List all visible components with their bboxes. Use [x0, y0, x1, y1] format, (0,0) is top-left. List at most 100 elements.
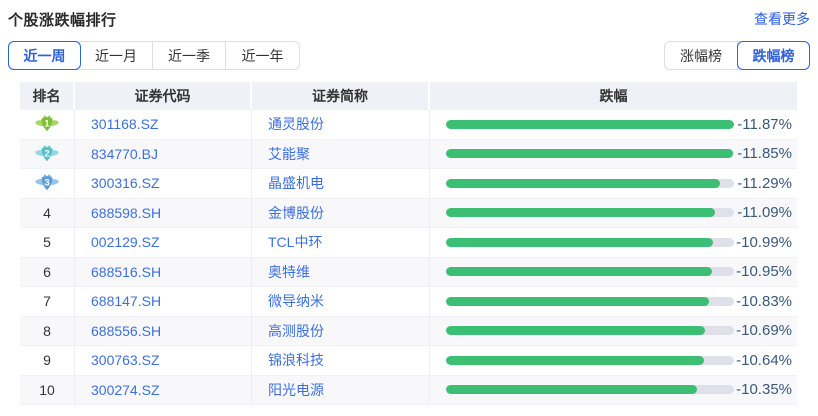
security-code[interactable]: 688516.SH [75, 258, 252, 287]
rank-cell: 3 [20, 169, 75, 198]
change-value: -10.69% [734, 322, 792, 339]
security-code[interactable]: 300316.SZ [75, 169, 252, 198]
column-header-3: 跌幅 [430, 82, 797, 110]
change-value: -10.95% [734, 263, 792, 280]
change-bar-fill [446, 297, 709, 306]
change-cell: -11.09% [430, 199, 800, 228]
rank-medal-icon: 3 [34, 173, 60, 193]
period-tab-week[interactable]: 近一周 [8, 41, 81, 70]
rank-number: 6 [43, 264, 51, 280]
security-code[interactable]: 834770.BJ [75, 140, 252, 169]
rank-cell: 10 [20, 376, 75, 405]
rank-cell: 7 [20, 287, 75, 316]
table-row[interactable]: 7 688147.SH 微导纳米 -10.83% [20, 287, 797, 317]
rank-cell: 8 [20, 317, 75, 346]
change-value: -11.09% [734, 204, 792, 221]
table-row[interactable]: 10 300274.SZ 阳光电源 -10.35% [20, 376, 797, 406]
page-title: 个股涨跌幅排行 [8, 9, 117, 30]
column-header-1: 证券代码 [75, 82, 252, 110]
rank-medal-icon: 1 [34, 114, 60, 134]
change-cell: -10.83% [430, 287, 800, 316]
security-name[interactable]: 阳光电源 [252, 376, 430, 405]
change-bar-track [446, 356, 734, 365]
change-cell: -10.95% [430, 258, 800, 287]
change-bar-track [446, 385, 734, 394]
change-bar-track [446, 208, 734, 217]
column-header-2: 证券简称 [252, 82, 430, 110]
security-name[interactable]: 奥特维 [252, 258, 430, 287]
change-bar-fill [446, 356, 704, 365]
table-row[interactable]: 3 300316.SZ 晶盛机电 -11.29% [20, 169, 797, 199]
security-code[interactable]: 002129.SZ [75, 228, 252, 257]
board-tab-gainers[interactable]: 涨幅榜 [665, 42, 738, 69]
toolbar: 近一周近一月近一季近一年 涨幅榜跌幅榜 [8, 41, 810, 70]
security-name[interactable]: 微导纳米 [252, 287, 430, 316]
security-name[interactable]: 通灵股份 [252, 110, 430, 139]
security-code[interactable]: 300763.SZ [75, 346, 252, 375]
table-row[interactable]: 4 688598.SH 金博股份 -11.09% [20, 199, 797, 229]
change-bar-track [446, 149, 734, 158]
security-name[interactable]: 高测股份 [252, 317, 430, 346]
rank-number: 9 [43, 352, 51, 368]
change-value: -11.87% [734, 116, 792, 133]
change-bar-track [446, 238, 734, 247]
board-tab-losers[interactable]: 跌幅榜 [737, 41, 810, 70]
rank-cell: 4 [20, 199, 75, 228]
rank-number: 4 [43, 205, 51, 221]
security-name[interactable]: 锦浪科技 [252, 346, 430, 375]
table-row[interactable]: 5 002129.SZ TCL中环 -10.99% [20, 228, 797, 258]
security-name[interactable]: TCL中环 [252, 228, 430, 257]
change-bar-track [446, 179, 734, 188]
change-bar-fill [446, 120, 734, 129]
change-cell: -10.64% [430, 346, 800, 375]
security-code[interactable]: 688556.SH [75, 317, 252, 346]
change-bar-track [446, 297, 734, 306]
table-header: 排名证券代码证券简称跌幅 [20, 82, 797, 110]
svg-text:2: 2 [44, 148, 49, 159]
change-bar-track [446, 120, 734, 129]
security-name[interactable]: 艾能聚 [252, 140, 430, 169]
view-more-link[interactable]: 查看更多 [754, 9, 810, 29]
security-code[interactable]: 301168.SZ [75, 110, 252, 139]
change-cell: -11.85% [430, 140, 800, 169]
change-bar-fill [446, 267, 712, 276]
rank-cell: 9 [20, 346, 75, 375]
security-code[interactable]: 688147.SH [75, 287, 252, 316]
rank-number: 10 [39, 382, 55, 398]
stock-ranking-panel: 个股涨跌幅排行 查看更多 近一周近一月近一季近一年 涨幅榜跌幅榜 排名证券代码证… [0, 0, 818, 416]
table-row[interactable]: 1 301168.SZ 通灵股份 -11.87% [20, 110, 797, 140]
svg-text:3: 3 [44, 178, 49, 189]
security-name[interactable]: 晶盛机电 [252, 169, 430, 198]
security-code[interactable]: 300274.SZ [75, 376, 252, 405]
board-tab-group: 涨幅榜跌幅榜 [664, 41, 810, 70]
table-row[interactable]: 6 688516.SH 奥特维 -10.95% [20, 258, 797, 288]
security-code[interactable]: 688598.SH [75, 199, 252, 228]
change-cell: -10.35% [430, 376, 800, 405]
table-row[interactable]: 9 300763.SZ 锦浪科技 -10.64% [20, 346, 797, 376]
change-bar-track [446, 267, 734, 276]
change-cell: -10.99% [430, 228, 800, 257]
change-bar-fill [446, 238, 713, 247]
rank-number: 7 [43, 293, 51, 309]
panel-header: 个股涨跌幅排行 查看更多 [8, 8, 810, 30]
change-bar-fill [446, 149, 733, 158]
change-cell: -10.69% [430, 317, 800, 346]
period-tab-quarter[interactable]: 近一季 [153, 42, 226, 69]
change-cell: -11.29% [430, 169, 800, 198]
period-tab-year[interactable]: 近一年 [226, 42, 299, 69]
rank-cell: 2 [20, 140, 75, 169]
column-header-0: 排名 [20, 82, 75, 110]
period-tab-month[interactable]: 近一月 [80, 42, 153, 69]
security-name[interactable]: 金博股份 [252, 199, 430, 228]
rank-number: 5 [43, 234, 51, 250]
change-bar-fill [446, 326, 705, 335]
change-value: -10.83% [734, 293, 792, 310]
change-bar-fill [446, 179, 720, 188]
svg-text:1: 1 [44, 119, 50, 130]
change-value: -10.99% [734, 234, 792, 251]
table-row[interactable]: 8 688556.SH 高测股份 -10.69% [20, 317, 797, 347]
change-bar-fill [446, 208, 715, 217]
table-row[interactable]: 2 834770.BJ 艾能聚 -11.85% [20, 140, 797, 170]
change-bar-track [446, 326, 734, 335]
change-value: -11.29% [734, 175, 792, 192]
